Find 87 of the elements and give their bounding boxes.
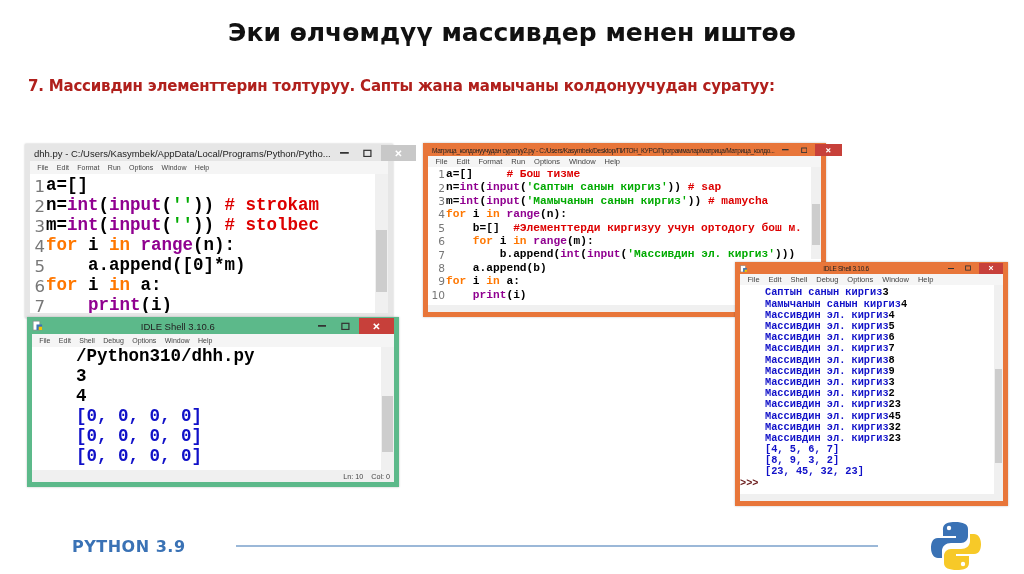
shell-output-line: Массивдин эл. киргиз6 — [765, 332, 895, 343]
line-number: 9 — [437, 275, 446, 289]
shell-output-line: [4, 5, 6, 7] — [765, 444, 840, 455]
shell-output-line: Массивдин эл. киргиз23 — [765, 399, 901, 410]
shell-output-line: Массивдин эл. киргиз3 — [765, 376, 895, 388]
code-line: for i in range(n): — [46, 237, 236, 255]
minimize-icon — [317, 325, 327, 327]
slide-subtitle: 7. Массивдин элементтерин толтуруу. Сапты жана мамычаны колдонуучудан суратуу: — [28, 77, 776, 95]
scrollbar[interactable] — [811, 167, 821, 259]
code-line: a=[] # Бош тизме — [446, 169, 581, 181]
shell-output-line: Массивдин эл. киргиз9 — [765, 365, 895, 377]
line-number: 8 — [437, 261, 446, 275]
line-number: 3 — [437, 194, 446, 208]
scrollbar[interactable] — [375, 174, 388, 313]
shell-output-line: [0, 0, 0, 0] — [76, 408, 203, 426]
scrollbar[interactable] — [994, 285, 1003, 494]
code-line: b.append(int(input('Массивдин эл. киргиз'))) — [498, 249, 796, 261]
code-line: n=int(input('Саптын санын киргиз')) # sap — [446, 182, 722, 194]
shell-output-line: Массивдин эл. киргиз32 — [765, 421, 901, 432]
shell-output-line: [23, 45, 32, 23] — [765, 466, 864, 477]
close-icon — [394, 148, 404, 158]
shell-output-line: Массивдин эл. киргиз45 — [765, 410, 901, 421]
line-number: 1 — [437, 168, 446, 182]
shell-output-line: Массивдин эл. киргиз7 — [765, 343, 895, 354]
shell-output-line: Массивдин эл. киргиз4 — [765, 309, 895, 321]
shell-output-line: [0, 0, 0, 0] — [76, 448, 203, 466]
minimize-icon — [782, 149, 789, 151]
code-line: b=[] #Элементтерди киргизуу учун ортодогу бош м. — [471, 222, 802, 234]
line-number: 4 — [33, 236, 46, 256]
brand-text: PYTHON 3.9 — [72, 536, 186, 556]
close-button[interactable] — [358, 318, 394, 334]
close-icon — [825, 146, 832, 154]
line-number: 10 — [430, 288, 446, 302]
shell-output-line: Массивдин эл. киргиз8 — [765, 354, 895, 365]
code-line: a.append(b) — [471, 262, 547, 275]
close-button[interactable] — [978, 263, 1003, 274]
shell-text-area[interactable]: /Python310/dhh.py 3 4 [0, 0, 0, 0] [0, 0, 0, 0] [0, 0, 0, 0] — [32, 347, 394, 470]
maximize-icon — [363, 148, 372, 158]
line-number: 3 — [33, 216, 46, 236]
shell-output-line: Массивдин эл. киргиз23 — [765, 432, 901, 444]
shell-output-line: Массивдин эл. киргиз5 — [765, 321, 895, 332]
shell-output-line: 3 — [76, 368, 87, 386]
shell-output-line: [0, 0, 0, 0] — [76, 428, 203, 446]
window-title: dhh.py - C:/Users/Kasymbek/AppData/Local/Programs/Python/Pytho... — [34, 147, 331, 159]
shell-output-line: Массивдин эл. киргиз2 — [765, 388, 895, 399]
shell-output-line: Мамычанын санын киргиз4 — [765, 298, 908, 309]
maximize-icon — [800, 146, 808, 154]
code-line: print(i) — [87, 297, 173, 313]
minimize-icon — [339, 152, 349, 154]
line-number: 6 — [437, 235, 446, 249]
code-line: for i in a: — [446, 276, 520, 288]
code-line: m=int(input('Мамычанын санын киргиз')) # mamycha — [446, 195, 769, 208]
line-number: 7 — [33, 296, 46, 313]
scrollbar[interactable] — [381, 347, 394, 470]
close-icon — [372, 321, 381, 331]
line-number: 5 — [33, 256, 46, 276]
code-line: a=[] — [46, 177, 88, 195]
shell-prompt: >>> — [740, 476, 760, 489]
shell-output-line: Саптын санын киргиз3 — [765, 287, 889, 298]
code-line: for i in range(n): — [446, 209, 567, 221]
code-line: n=int(input('')) # strokam — [46, 197, 320, 215]
file-icon — [32, 320, 44, 332]
window-title: IDLE Shell 3.10.6 — [139, 320, 216, 332]
line-number: 7 — [437, 248, 446, 262]
line-number: 5 — [437, 221, 446, 235]
minimize-icon — [948, 267, 955, 270]
line-number: 2 — [437, 181, 446, 195]
code-line: for i in range(m): — [471, 236, 594, 248]
shell-output-line: [8, 9, 3, 2] — [765, 455, 840, 466]
code-editor-area[interactable]: 1a=[] 2n=int(input('')) # strokam 3m=int(input('')) # stolbec 4for i in range(n): 5 a.append([0]*m) 6for i in a: 7 print(i) — [30, 174, 388, 313]
close-button[interactable] — [815, 144, 842, 156]
shell-output-line: 4 — [76, 388, 87, 406]
line-number: 1 — [33, 176, 46, 196]
slide-title: Эки өлчөмдүү массивдер менен иштөө — [228, 18, 796, 47]
line-number: 6 — [33, 276, 46, 296]
maximize-icon — [340, 321, 350, 331]
line-number: 2 — [33, 196, 46, 216]
maximize-icon — [965, 265, 972, 272]
code-line: print(i) — [471, 289, 527, 301]
file-icon — [740, 264, 748, 273]
code-line: m=int(input('')) # stolbec — [46, 217, 320, 235]
shell-output-line: /Python310/dhh.py — [76, 348, 255, 366]
close-icon — [987, 265, 994, 272]
line-number: 4 — [437, 208, 446, 222]
code-line: for i in a: — [46, 277, 162, 295]
shell-text-area[interactable] — [740, 285, 1003, 494]
code-line: a.append([0]*m) — [87, 257, 246, 275]
